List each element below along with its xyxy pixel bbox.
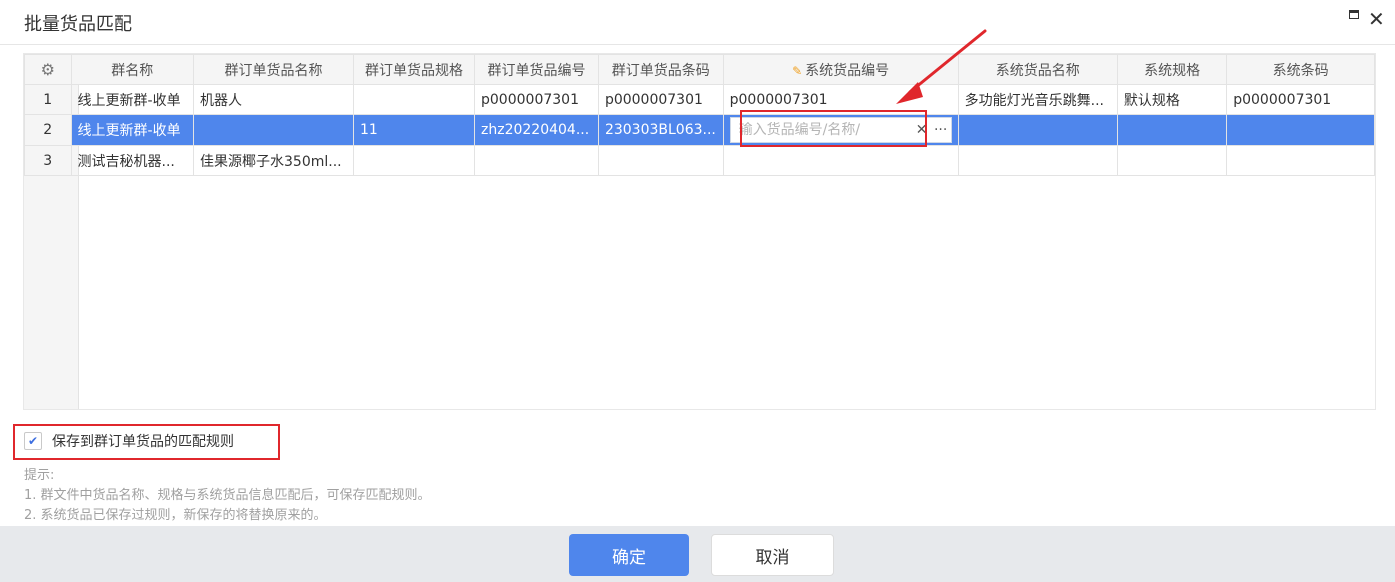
table-cell[interactable]: 机器人	[193, 84, 354, 115]
table-cell[interactable]	[1226, 145, 1375, 176]
row-number: 2	[24, 114, 72, 146]
cancel-button[interactable]: 取消	[711, 534, 834, 576]
table-cell[interactable]	[957, 114, 1118, 146]
tips-heading: 提示:	[24, 468, 55, 483]
system-goods-code-editor-cell[interactable]: ✕ ···	[722, 114, 959, 146]
table-cell[interactable]	[193, 114, 354, 146]
dialog-footer	[0, 526, 1395, 582]
more-icon[interactable]: ···	[931, 122, 951, 138]
tips-line: 1. 群文件中货品名称、规格与系统货品信息匹配后，可保存匹配规则。	[24, 488, 431, 503]
table-cell[interactable]	[1116, 145, 1228, 176]
clear-icon[interactable]: ✕	[913, 122, 931, 138]
maximize-icon[interactable]	[1349, 10, 1359, 19]
table-cell[interactable]	[597, 145, 724, 176]
table-cell[interactable]	[722, 145, 959, 176]
table-cell[interactable]: 线上更新群-收单	[70, 114, 195, 146]
table-cell[interactable]: p0000007301	[722, 84, 959, 115]
grid-table: ⚙ 群名称 群订单货品名称 群订单货品规格 群订单货品编号 群订单货品条码 ✎ 系…	[24, 54, 1375, 176]
table-row[interactable]: 3 测试吉秘机器... 佳果源椰子水350ml...	[24, 145, 1375, 176]
table-cell[interactable]: 线上更新群-收单	[70, 84, 195, 115]
goods-match-grid: ⚙ 群名称 群订单货品名称 群订单货品规格 群订单货品编号 群订单货品条码 ✎ 系…	[23, 53, 1376, 410]
table-cell[interactable]	[1116, 114, 1228, 146]
pencil-icon: ✎	[792, 63, 803, 78]
table-cell[interactable]: 多功能灯光音乐跳舞...	[957, 84, 1118, 115]
column-header[interactable]: 系统货品名称	[957, 54, 1118, 85]
table-cell[interactable]: zhz20220404...	[474, 114, 599, 146]
table-row[interactable]: 1 线上更新群-收单 机器人 p0000007301 p0000007301 p…	[24, 84, 1375, 115]
close-icon[interactable]: ✕	[1368, 8, 1385, 30]
column-header-label: 系统货品编号	[805, 62, 890, 79]
column-header[interactable]: 群订单货品名称	[193, 54, 354, 85]
checkmark-icon: ✔	[27, 434, 39, 448]
tips-section: 提示: 1. 群文件中货品名称、规格与系统货品信息匹配后，可保存匹配规则。 2.…	[24, 466, 431, 526]
column-header-editable[interactable]: ✎ 系统货品编号	[722, 54, 959, 85]
window-title: 批量货品匹配	[24, 14, 132, 35]
table-cell[interactable]: p0000007301	[1226, 84, 1375, 115]
gear-icon[interactable]: ⚙	[41, 60, 55, 79]
goods-code-input[interactable]	[730, 122, 913, 138]
table-cell[interactable]	[352, 145, 476, 176]
row-number: 1	[24, 84, 72, 115]
tips-line: 2. 系统货品已保存过规则，新保存的将替换原来的。	[24, 508, 327, 523]
table-cell[interactable]: p0000007301	[474, 84, 599, 115]
header-row: ⚙ 群名称 群订单货品名称 群订单货品规格 群订单货品编号 群订单货品条码 ✎ 系…	[24, 54, 1375, 85]
table-cell[interactable]: 测试吉秘机器...	[70, 145, 195, 176]
column-header[interactable]: 系统规格	[1116, 54, 1228, 85]
table-cell[interactable]	[352, 84, 476, 115]
table-cell[interactable]	[957, 145, 1118, 176]
column-settings[interactable]: ⚙	[24, 54, 72, 85]
column-header[interactable]: 系统条码	[1226, 54, 1375, 85]
save-rule-option[interactable]: ✔ 保存到群订单货品的匹配规则	[24, 431, 234, 451]
column-header[interactable]: 群订单货品条码	[597, 54, 724, 85]
column-header[interactable]: 群名称	[70, 54, 195, 85]
table-cell[interactable]	[474, 145, 599, 176]
save-rule-checkbox[interactable]: ✔	[24, 432, 42, 450]
table-cell[interactable]: 230303BL063...	[597, 114, 724, 146]
table-row-selected[interactable]: 2 线上更新群-收单 11 zhz20220404... 230303BL063…	[24, 114, 1375, 146]
table-cell[interactable]: 默认规格	[1116, 84, 1228, 115]
title-bar: 批量货品匹配 ✕	[0, 0, 1395, 45]
table-cell[interactable]: 11	[352, 114, 476, 146]
save-rule-label[interactable]: 保存到群订单货品的匹配规则	[52, 431, 234, 451]
goods-code-editor[interactable]: ✕ ···	[729, 117, 952, 143]
column-header[interactable]: 群订单货品编号	[474, 54, 599, 85]
column-header[interactable]: 群订单货品规格	[352, 54, 476, 85]
row-number: 3	[24, 145, 72, 176]
table-cell[interactable]	[1226, 114, 1375, 146]
table-cell[interactable]: p0000007301	[597, 84, 724, 115]
ok-button[interactable]: 确定	[569, 534, 689, 576]
table-cell[interactable]: 佳果源椰子水350ml...	[193, 145, 354, 176]
